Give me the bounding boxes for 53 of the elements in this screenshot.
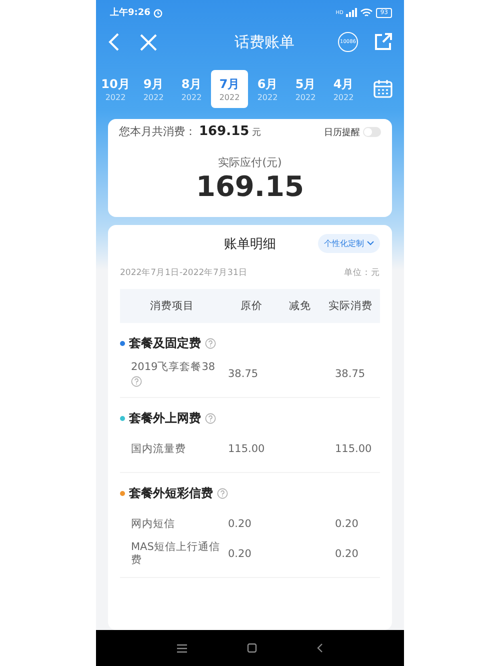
column-header: 原价 <box>240 299 264 313</box>
month-tab[interactable]: 7月 2022 <box>211 70 248 108</box>
back-icon[interactable] <box>317 643 323 653</box>
help-icon[interactable] <box>205 338 216 348</box>
due-amount: 169.15 <box>196 170 304 203</box>
wifi-icon <box>360 8 374 18</box>
total-label: 您本月共消费： <box>119 124 196 139</box>
caret-icon <box>367 241 374 246</box>
month-tab[interactable]: 6月 2022 <box>249 70 286 108</box>
table-cell-text: 115.00 <box>334 443 373 455</box>
month-tab[interactable]: 9月 2022 <box>135 70 172 108</box>
help-icon[interactable] <box>217 488 228 498</box>
category-title: 套餐外上网费 <box>129 410 201 426</box>
column-header: 减免 <box>288 299 312 313</box>
category-title: 套餐外短彩信费 <box>129 484 213 502</box>
customize-button[interactable]: 个性化定制 <box>318 234 380 253</box>
home-icon[interactable] <box>247 643 257 653</box>
status-time: 上午9:26 <box>110 6 150 19</box>
billing-period: 2022年7月1日-2022年7月31日 <box>120 267 248 279</box>
table-cell-text: 0.20 <box>228 548 252 560</box>
month-tab[interactable]: 10月 2022 <box>97 70 134 108</box>
table-cell: 国内流量费 <box>131 442 186 456</box>
column-header: 实际消费 <box>328 299 374 313</box>
signal-icon <box>346 8 358 17</box>
month-tab[interactable]: 8月 2022 <box>173 70 210 108</box>
table-cell-text: 38.75 <box>228 368 260 380</box>
table-cell-text: 0.20 <box>334 548 360 560</box>
table-cell-text: 0.20 <box>228 518 252 530</box>
unit-label: 单位：元 <box>344 267 380 279</box>
total-unit: 元 <box>252 127 262 139</box>
total-amount: 169.15 <box>199 124 250 139</box>
alarm-icon <box>153 8 164 18</box>
month-tab[interactable]: 4月 2022 <box>325 70 362 108</box>
table-cell-text: 115.00 <box>228 443 266 455</box>
column-header: 消费项目 <box>149 299 195 313</box>
table-cell-text: MAS短信上行通信费 <box>131 541 221 567</box>
table-cell-text: 38.75 <box>334 368 366 380</box>
page-title: 话费账单 <box>234 32 296 52</box>
due-label: 实际应付(元) <box>218 155 282 170</box>
table-cell-text: 0.20 <box>334 518 360 530</box>
menu-icon[interactable] <box>177 644 187 652</box>
detail-title: 账单明细 <box>224 236 276 253</box>
reminder-label: 日历提醒 <box>324 126 360 139</box>
month-tab[interactable]: 5月 2022 <box>287 70 324 108</box>
share-icon[interactable] <box>374 33 392 51</box>
help-icon[interactable] <box>131 376 142 387</box>
category-title: 套餐及固定费 <box>129 334 201 352</box>
reminder-toggle[interactable] <box>363 126 381 136</box>
table-cell: 2019飞享套餐38 <box>131 361 216 374</box>
table-cell: 网内短信 <box>131 518 175 530</box>
close-icon[interactable] <box>140 34 157 50</box>
calendar-icon[interactable] <box>373 79 393 99</box>
help-icon[interactable] <box>205 412 216 424</box>
